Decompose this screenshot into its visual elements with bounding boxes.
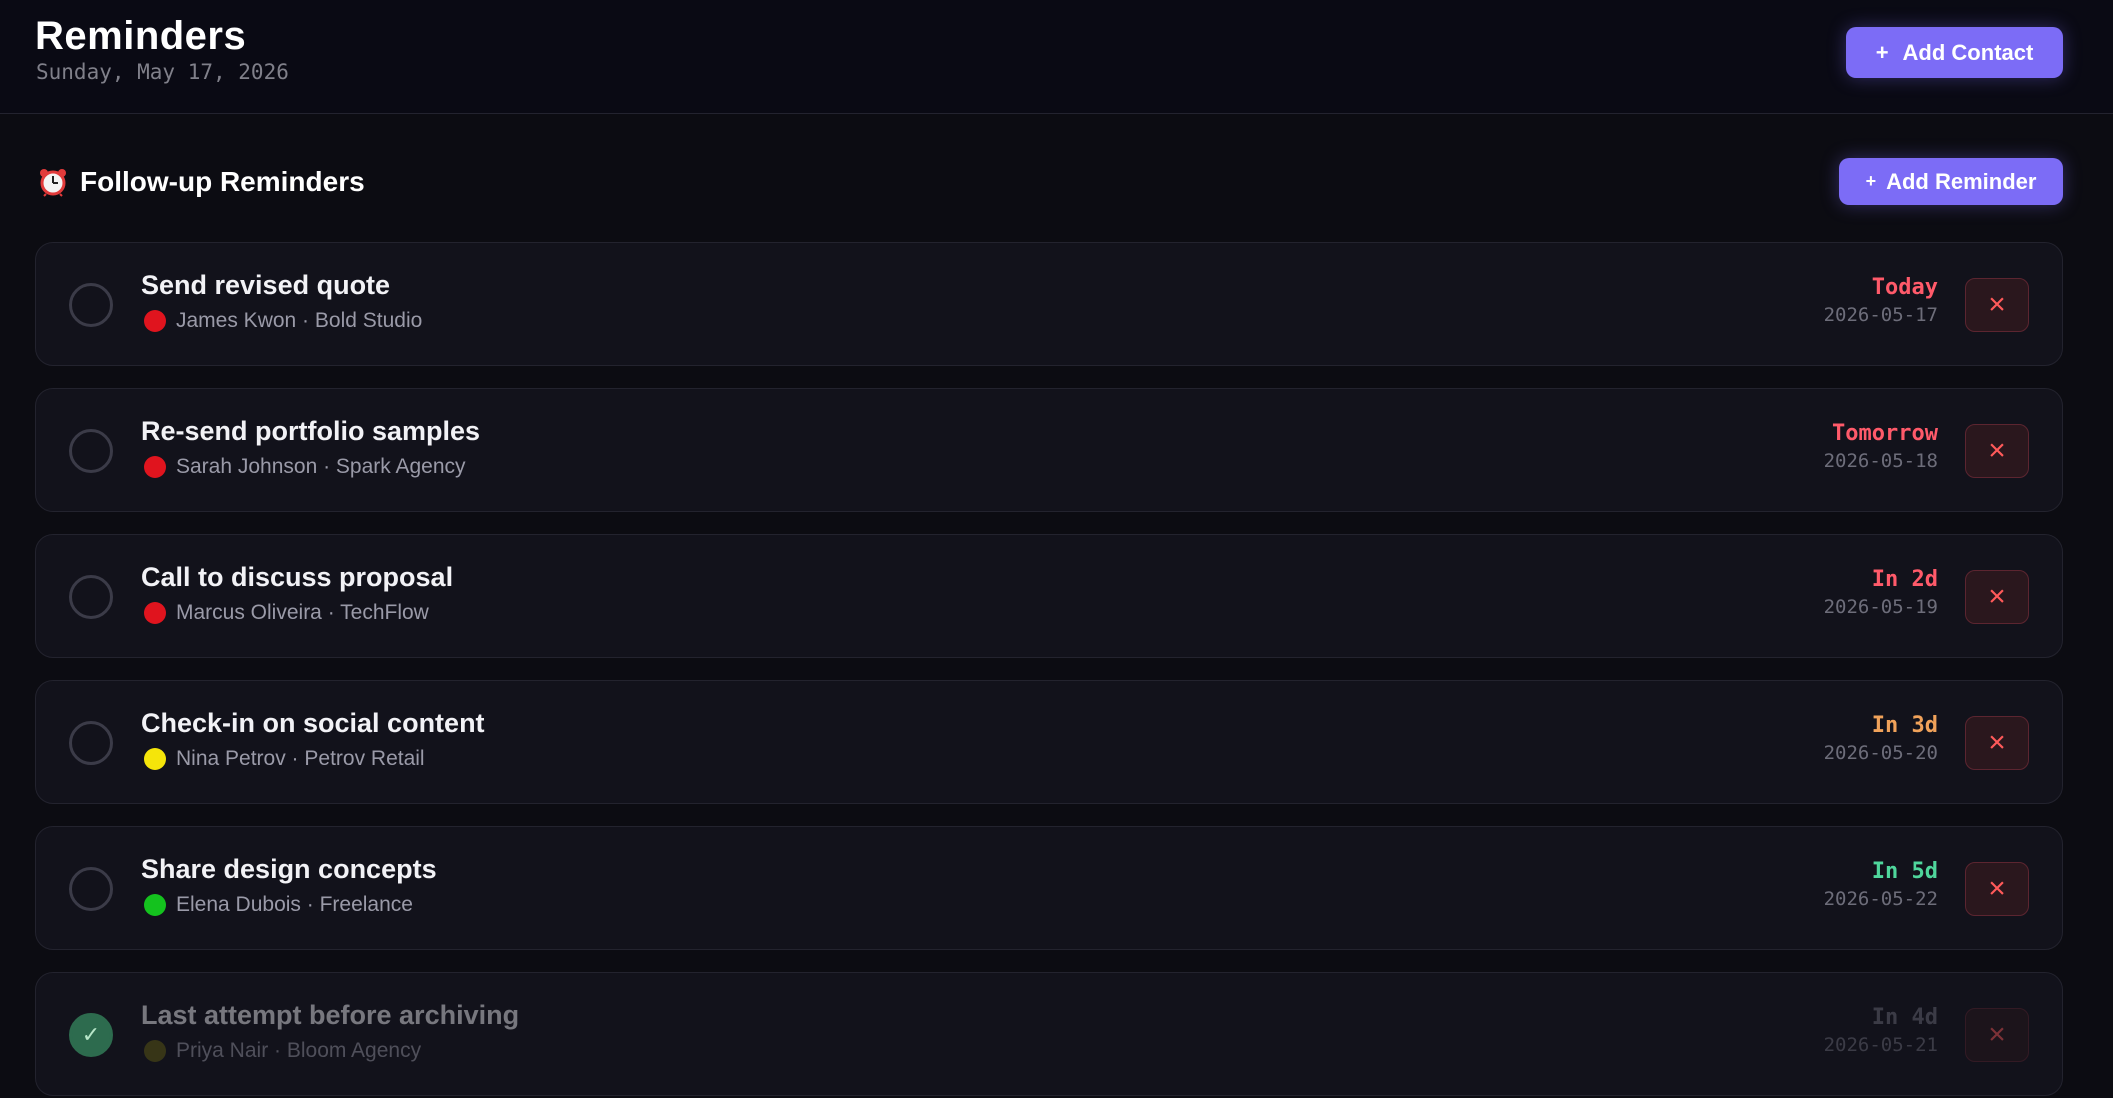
close-icon: ×: [1988, 434, 2006, 467]
contact-label: Priya Nair · Bloom Agency: [176, 1039, 422, 1062]
reminder-card: Re-send portfolio samples Sarah Johnson …: [35, 388, 2063, 512]
complete-checkbox[interactable]: [69, 575, 113, 619]
reminder-contact: James Kwon · Bold Studio: [144, 309, 422, 333]
close-icon: ×: [1988, 726, 2006, 759]
section-title: Follow-up Reminders: [80, 166, 365, 197]
complete-checkbox[interactable]: [69, 283, 113, 327]
due-date: 2026-05-21: [1823, 1034, 1938, 1056]
add-contact-label: Add Contact: [1902, 39, 2034, 65]
due-info: In 4d 2026-05-21: [1824, 1005, 1938, 1057]
reminder-title: Check-in on social content: [141, 708, 485, 738]
plus-icon: +: [1865, 171, 1877, 191]
close-icon: ×: [1988, 288, 2006, 321]
reminder-contact: Marcus Oliveira · TechFlow: [144, 601, 429, 625]
priority-dot: [144, 748, 166, 770]
due-label: In 4d: [1871, 1005, 1938, 1030]
reminder-title: Share design concepts: [141, 854, 437, 884]
due-info: Today 2026-05-17: [1824, 275, 1938, 327]
delete-button[interactable]: ×: [1965, 570, 2029, 624]
reminder-card: Check-in on social content Nina Petrov ·…: [35, 680, 2063, 804]
contact-label: Sarah Johnson · Spark Agency: [176, 455, 466, 478]
reminder-title: Send revised quote: [141, 270, 391, 300]
due-info: In 5d 2026-05-22: [1824, 859, 1938, 911]
contact-label: Nina Petrov · Petrov Retail: [176, 747, 425, 770]
due-label: In 3d: [1871, 713, 1938, 738]
plus-icon: +: [1875, 39, 1889, 65]
priority-dot: [144, 894, 166, 916]
current-date: Sunday, May 17, 2026: [36, 60, 289, 84]
due-date: 2026-05-18: [1823, 450, 1938, 472]
reminder-title: Re-send portfolio samples: [141, 416, 481, 446]
due-info: In 2d 2026-05-19: [1824, 567, 1938, 619]
due-label: In 5d: [1871, 859, 1938, 884]
section-heading: Follow-up Reminders: [38, 166, 365, 198]
add-contact-button[interactable]: + Add Contact: [1846, 27, 2063, 78]
due-date: 2026-05-19: [1823, 596, 1938, 618]
delete-button[interactable]: ×: [1965, 424, 2029, 478]
reminder-title: Call to discuss proposal: [141, 562, 454, 592]
complete-checkbox[interactable]: [69, 721, 113, 765]
checkmark-icon: ✓: [81, 1022, 101, 1047]
complete-checkbox[interactable]: ✓: [69, 1013, 113, 1057]
due-label: Today: [1871, 275, 1938, 300]
due-label: In 2d: [1871, 567, 1938, 592]
reminder-card: Send revised quote James Kwon · Bold Stu…: [35, 242, 2063, 366]
reminder-contact: Nina Petrov · Petrov Retail: [144, 747, 425, 771]
reminder-contact: Priya Nair · Bloom Agency: [144, 1039, 421, 1063]
due-info: Tomorrow 2026-05-18: [1824, 421, 1938, 473]
reminder-card: Call to discuss proposal Marcus Oliveira…: [35, 534, 2063, 658]
close-icon: ×: [1988, 1018, 2006, 1051]
delete-button[interactable]: ×: [1965, 1008, 2029, 1062]
delete-button[interactable]: ×: [1965, 716, 2029, 770]
alarm-clock-icon: [38, 167, 68, 197]
add-reminder-label: Add Reminder: [1886, 168, 2037, 194]
priority-dot: [144, 1040, 166, 1062]
top-bar: Reminders Sunday, May 17, 2026 + Add Con…: [0, 0, 2113, 114]
reminder-title: Last attempt before archiving: [141, 1000, 520, 1030]
contact-label: Marcus Oliveira · TechFlow: [176, 601, 429, 624]
complete-checkbox[interactable]: [69, 867, 113, 911]
due-date: 2026-05-22: [1823, 888, 1938, 910]
close-icon: ×: [1988, 580, 2006, 613]
priority-dot: [144, 602, 166, 624]
due-label: Tomorrow: [1832, 421, 1938, 446]
reminder-card: ✓ Last attempt before archiving Priya Na…: [35, 972, 2063, 1096]
delete-button[interactable]: ×: [1965, 278, 2029, 332]
contact-label: Elena Dubois · Freelance: [176, 893, 413, 916]
reminder-contact: Sarah Johnson · Spark Agency: [144, 455, 466, 479]
contact-label: James Kwon · Bold Studio: [176, 309, 423, 332]
priority-dot: [144, 456, 166, 478]
close-icon: ×: [1988, 872, 2006, 905]
reminder-contact: Elena Dubois · Freelance: [144, 893, 413, 917]
reminder-card: Share design concepts Elena Dubois · Fre…: [35, 826, 2063, 950]
priority-dot: [144, 310, 166, 332]
add-reminder-button[interactable]: + Add Reminder: [1839, 158, 2063, 205]
page-title: Reminders: [35, 14, 247, 58]
delete-button[interactable]: ×: [1965, 862, 2029, 916]
due-info: In 3d 2026-05-20: [1824, 713, 1938, 765]
complete-checkbox[interactable]: [69, 429, 113, 473]
due-date: 2026-05-17: [1823, 304, 1938, 326]
due-date: 2026-05-20: [1823, 742, 1938, 764]
